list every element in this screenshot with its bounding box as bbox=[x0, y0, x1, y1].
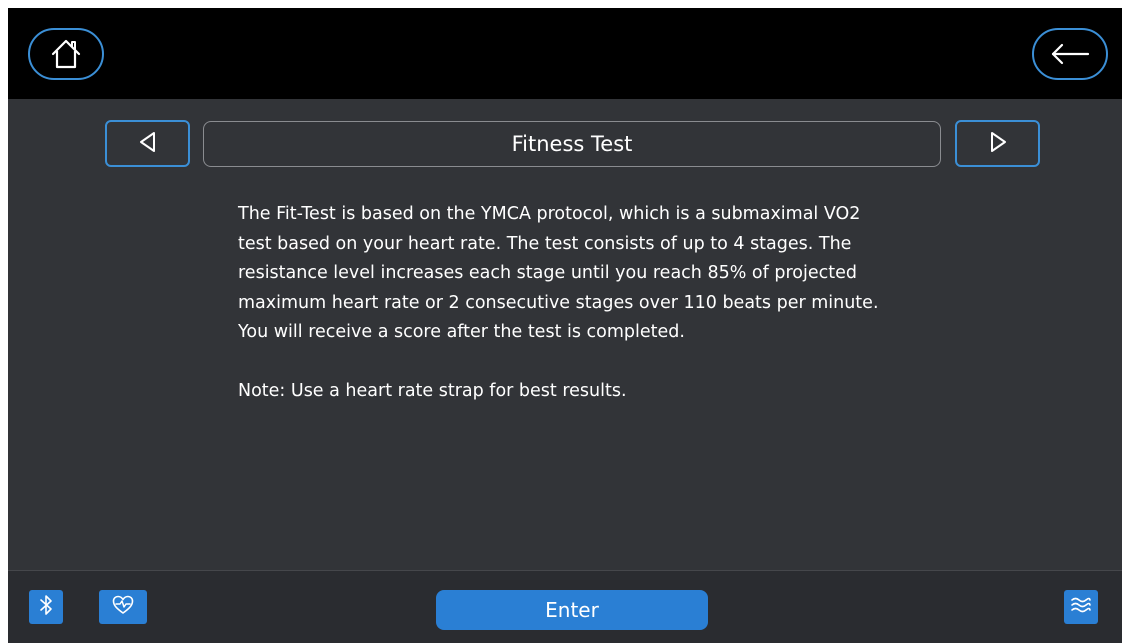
bluetooth-button[interactable] bbox=[29, 590, 63, 624]
previous-test-button[interactable] bbox=[105, 120, 190, 167]
top-bar bbox=[8, 8, 1122, 99]
description-line: maximum heart rate or 2 consecutive stag… bbox=[238, 292, 879, 313]
home-icon bbox=[49, 37, 83, 71]
home-button[interactable] bbox=[28, 28, 104, 80]
test-selector: Fitness Test bbox=[8, 120, 1122, 168]
triangle-left-icon bbox=[138, 131, 158, 157]
test-description: The Fit-Test is based on the YMCA protoc… bbox=[238, 200, 938, 406]
description-line: resistance level increases each stage un… bbox=[238, 263, 857, 283]
back-button[interactable] bbox=[1032, 28, 1108, 80]
test-title: Fitness Test bbox=[203, 121, 941, 167]
triangle-right-icon bbox=[988, 131, 1008, 157]
bottom-bar: Enter bbox=[8, 570, 1122, 643]
description-line: test based on your heart rate. The test … bbox=[238, 233, 852, 254]
note-text: Note: Use a heart rate strap for best re… bbox=[238, 380, 627, 401]
heart-rate-icon bbox=[112, 595, 134, 619]
menu-button[interactable] bbox=[1064, 590, 1098, 624]
heart-rate-button[interactable] bbox=[99, 590, 147, 624]
arrow-left-icon bbox=[1048, 42, 1092, 66]
bluetooth-icon bbox=[38, 594, 54, 620]
waves-menu-icon bbox=[1070, 595, 1092, 619]
description-line: You will receive a score after the test … bbox=[238, 322, 685, 342]
enter-button[interactable]: Enter bbox=[436, 590, 708, 630]
next-test-button[interactable] bbox=[955, 120, 1040, 167]
fitness-test-screen: Fitness Test The Fit-Test is based on th… bbox=[8, 8, 1122, 643]
description-line: The Fit-Test is based on the YMCA protoc… bbox=[238, 204, 861, 224]
